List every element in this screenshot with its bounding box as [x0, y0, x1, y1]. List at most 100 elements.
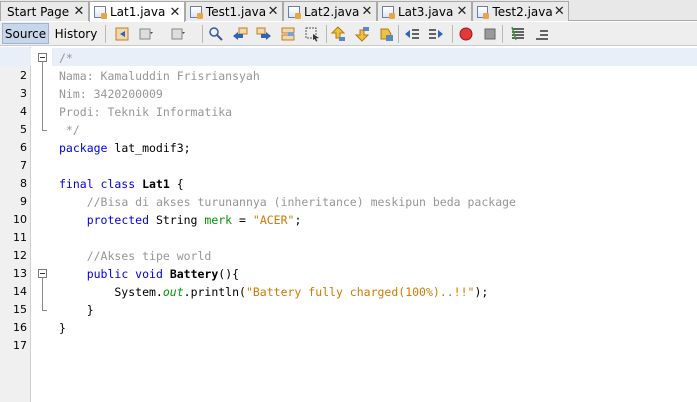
find-icon[interactable]	[208, 26, 224, 42]
code-line[interactable]: /*	[59, 49, 73, 67]
line-number: 8	[20, 177, 27, 190]
line-number: 16	[13, 321, 27, 334]
code-token: //Bisa di akses turunannya (inheritance)…	[86, 195, 516, 209]
code-token: Prodi: Teknik Informatika	[59, 105, 233, 119]
code-token: System.	[59, 285, 163, 299]
comment-icon[interactable]	[510, 26, 526, 42]
code-token: */	[59, 123, 80, 137]
code-line[interactable]: */	[59, 121, 80, 139]
code-token: final class	[59, 177, 136, 191]
fold-collapse-icon[interactable]	[38, 53, 47, 62]
tab-lat1-java[interactable]: Lat1.java ✕	[89, 1, 185, 22]
fold-guide-line	[42, 62, 43, 130]
java-file-icon	[94, 6, 107, 19]
code-editor[interactable]: /* Nama: Kamaluddin Frisriansyah Nim: 3420…	[52, 47, 697, 402]
tab-label: Test2.java	[492, 4, 553, 19]
line-number: 13	[13, 267, 27, 280]
uncomment-icon[interactable]	[534, 26, 550, 42]
line-number: 3	[20, 87, 27, 100]
code-line[interactable]: public void Battery(){	[59, 265, 239, 283]
line-number: 17	[13, 339, 27, 352]
code-token: lat_modif3;	[107, 141, 191, 155]
code-token: =	[232, 213, 253, 227]
code-line[interactable]: Nama: Kamaluddin Frisriansyah	[59, 67, 260, 85]
toggle-bookmark-icon[interactable]	[378, 26, 394, 42]
code-token: ;	[294, 213, 302, 227]
close-tab-icon[interactable]: ✕	[455, 4, 469, 19]
tab-label: Lat1.java	[110, 5, 166, 19]
close-tab-icon[interactable]: ✕	[72, 4, 86, 19]
tab-test1-java[interactable]: Test1.java ✕	[185, 1, 283, 21]
close-tab-icon[interactable]: ✕	[553, 4, 566, 19]
toolbar-separator	[452, 25, 453, 43]
code-token: "Battery fully charged(100%)..!!"	[245, 285, 475, 299]
java-file-icon	[190, 5, 203, 19]
code-line[interactable]: final class Lat1 {	[59, 175, 184, 193]
toolbar-separator	[202, 25, 203, 43]
next-bookmark-icon[interactable]	[354, 26, 370, 42]
toggle-highlight-icon[interactable]	[280, 26, 296, 42]
find-prev-icon[interactable]	[232, 26, 248, 42]
stop-macro-icon[interactable]	[482, 26, 498, 42]
select-icon[interactable]	[304, 26, 320, 42]
line-number: 10	[13, 213, 27, 226]
shift-right-icon[interactable]	[428, 26, 444, 42]
code-token: (){	[218, 267, 240, 281]
toolbar-separator	[398, 25, 399, 43]
code-token: //Akses tipe world	[86, 249, 212, 263]
line-number: 5	[20, 123, 27, 136]
line-number: 2	[20, 69, 27, 82]
code-token: Battery	[169, 267, 219, 281]
fold-end-marker	[42, 310, 47, 311]
line-number: 15	[13, 303, 27, 316]
close-tab-icon[interactable]: ✕	[168, 5, 182, 20]
tab-lat3-java[interactable]: Lat3.java ✕	[377, 1, 472, 21]
code-token: .println(	[183, 285, 246, 299]
tab-start-page[interactable]: Start Page ✕	[0, 1, 89, 21]
find-next-icon[interactable]	[256, 26, 272, 42]
code-line[interactable]: package lat_modif3;	[59, 139, 191, 157]
line-number: 12	[13, 249, 27, 262]
tab-test2-java[interactable]: Test2.java ✕	[472, 1, 569, 21]
code-line[interactable]: }	[59, 301, 94, 319]
code-token: {	[169, 177, 184, 191]
code-line[interactable]: protected String merk = "ACER";	[59, 211, 302, 229]
line-number-gutter: 1234567891011121314151617	[0, 47, 31, 402]
code-token: package	[59, 141, 108, 155]
java-file-icon	[477, 5, 491, 19]
code-token: merk	[204, 213, 233, 227]
code-line[interactable]: Prodi: Teknik Informatika	[59, 103, 232, 121]
code-token: String	[149, 213, 205, 227]
editor-tab-bar: Start Page ✕ Lat1.java ✕ Test1.java ✕ Lat2.jav…	[0, 0, 697, 22]
record-macro-icon[interactable]	[458, 26, 474, 42]
source-view-tab[interactable]: Source	[2, 23, 49, 44]
code-line[interactable]: Nim: 3420200009	[59, 85, 163, 103]
last-edit-icon[interactable]	[114, 26, 130, 42]
fold-end-marker	[42, 130, 47, 131]
code-line[interactable]: }	[59, 319, 66, 337]
prev-bookmark-icon[interactable]	[330, 26, 346, 42]
back-icon[interactable]	[138, 26, 154, 42]
code-line[interactable]: System.out.println("Battery fully charge…	[59, 283, 488, 301]
code-token: "ACER"	[252, 213, 295, 227]
forward-icon[interactable]	[170, 26, 186, 42]
code-line[interactable]: //Bisa di akses turunannya (inheritance)…	[59, 193, 516, 211]
close-tab-icon[interactable]: ✕	[266, 4, 280, 19]
line-number: 11	[13, 231, 27, 244]
history-view-tab[interactable]: History	[52, 23, 100, 44]
code-token: }	[59, 303, 94, 317]
fold-collapse-icon[interactable]	[38, 269, 47, 278]
tab-lat2-java[interactable]: Lat2.java ✕	[283, 1, 377, 21]
code-token: }	[59, 321, 66, 335]
close-tab-icon[interactable]: ✕	[360, 4, 374, 19]
shift-left-icon[interactable]	[404, 26, 420, 42]
toolbar-separator	[502, 25, 503, 43]
tab-label: Lat2.java	[304, 4, 360, 19]
code-line[interactable]: //Akses tipe world	[59, 247, 212, 265]
tab-label: Lat3.java	[398, 4, 454, 19]
